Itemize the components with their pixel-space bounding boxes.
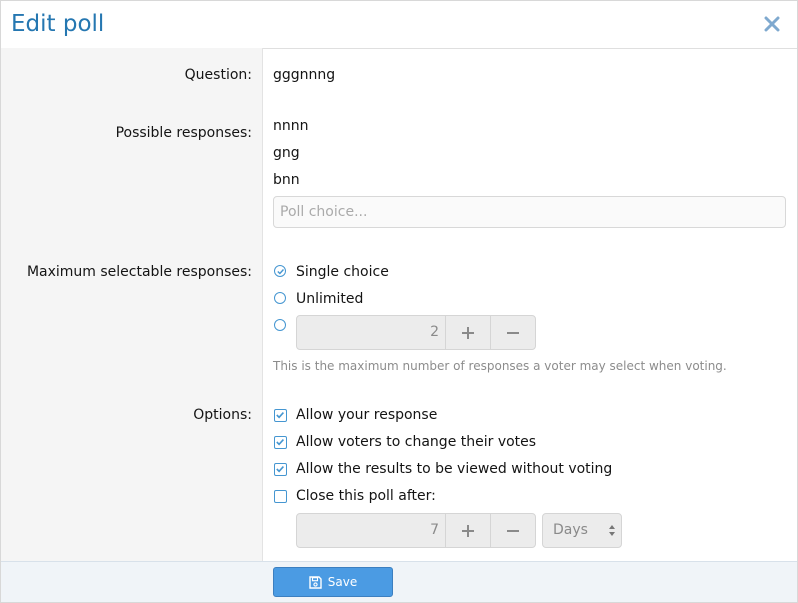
close-after-unit-select[interactable]: Days xyxy=(542,513,622,548)
form-content: gggnnng nnnn gng bnn Single choice Unlim… xyxy=(263,48,797,562)
dialog-title: Edit poll xyxy=(11,11,105,37)
allow-own-response-label: Allow your response xyxy=(296,407,438,423)
close-button[interactable] xyxy=(761,11,783,37)
close-after-stepper: 7 xyxy=(296,513,536,548)
max-selectable-label: Maximum selectable responses: xyxy=(26,264,252,280)
close-after-label: Close this poll after: xyxy=(296,488,436,504)
decrement-button[interactable] xyxy=(490,514,535,547)
view-without-voting-checkbox[interactable] xyxy=(274,463,287,476)
response-item[interactable]: nnnn xyxy=(273,118,309,134)
checkmark-icon xyxy=(276,439,284,446)
options-label: Options: xyxy=(193,407,252,423)
decrement-button[interactable] xyxy=(490,316,535,349)
close-after-unit: Days xyxy=(553,522,588,538)
response-item[interactable]: gng xyxy=(273,145,300,161)
max-responses-hint: This is the maximum number of responses … xyxy=(273,359,727,373)
view-without-voting-label: Allow the results to be viewed without v… xyxy=(296,461,613,477)
max-responses-value[interactable]: 2 xyxy=(297,316,445,349)
custom-count-radio[interactable] xyxy=(274,319,286,331)
single-choice-radio[interactable] xyxy=(274,265,286,277)
question-text[interactable]: gggnnng xyxy=(273,67,335,83)
dialog-body: Question: Possible responses: Maximum se… xyxy=(1,48,797,562)
checkmark-icon xyxy=(276,412,284,419)
edit-poll-dialog: Edit poll Question: Possible responses: … xyxy=(0,0,798,603)
dialog-footer: Save xyxy=(1,561,797,602)
checkmark-icon xyxy=(276,466,284,473)
label-column: Question: Possible responses: Maximum se… xyxy=(1,48,263,562)
close-after-checkbox[interactable] xyxy=(274,490,287,503)
minus-icon xyxy=(507,529,519,532)
increment-button[interactable] xyxy=(445,316,490,349)
checkmark-icon xyxy=(276,268,284,275)
response-item[interactable]: bnn xyxy=(273,172,300,188)
close-icon xyxy=(764,16,780,32)
allow-own-response-checkbox[interactable] xyxy=(274,409,287,422)
minus-icon xyxy=(507,331,519,334)
save-label: Save xyxy=(327,575,358,589)
poll-choice-input[interactable] xyxy=(273,196,786,228)
possible-responses-label: Possible responses: xyxy=(115,125,252,141)
single-choice-label: Single choice xyxy=(296,264,389,280)
plus-icon xyxy=(462,326,474,339)
allow-change-votes-checkbox[interactable] xyxy=(274,436,287,449)
close-after-value[interactable]: 7 xyxy=(297,514,445,547)
unlimited-label: Unlimited xyxy=(296,291,364,307)
allow-change-votes-label: Allow voters to change their votes xyxy=(296,434,537,450)
select-arrows-icon xyxy=(609,525,615,536)
dialog-header: Edit poll xyxy=(1,1,797,49)
increment-button[interactable] xyxy=(445,514,490,547)
question-label: Question: xyxy=(184,67,252,83)
plus-icon xyxy=(462,524,474,537)
unlimited-radio[interactable] xyxy=(274,292,286,304)
floppy-disk-icon xyxy=(309,575,322,589)
save-button[interactable]: Save xyxy=(273,567,393,597)
max-responses-stepper: 2 xyxy=(296,315,536,350)
